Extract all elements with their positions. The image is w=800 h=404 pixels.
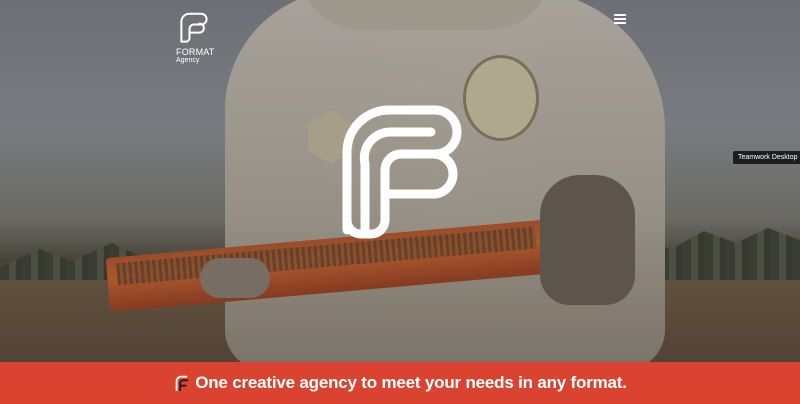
brand-name: FORMAT	[176, 47, 215, 57]
tagline-bar: One creative agency to meet your needs i…	[0, 362, 800, 404]
app-tooltip: Teamwork Desktop	[733, 151, 800, 164]
brand-logo-link[interactable]: FORMAT Agency	[176, 11, 215, 65]
format-f-logo-icon	[342, 105, 462, 239]
tagline-text: One creative agency to meet your needs i…	[195, 373, 627, 392]
brand-subtitle: Agency	[176, 57, 200, 64]
hamburger-menu-icon[interactable]	[614, 14, 626, 24]
format-f-small-icon	[175, 375, 189, 392]
format-f-logo-icon	[180, 12, 208, 43]
